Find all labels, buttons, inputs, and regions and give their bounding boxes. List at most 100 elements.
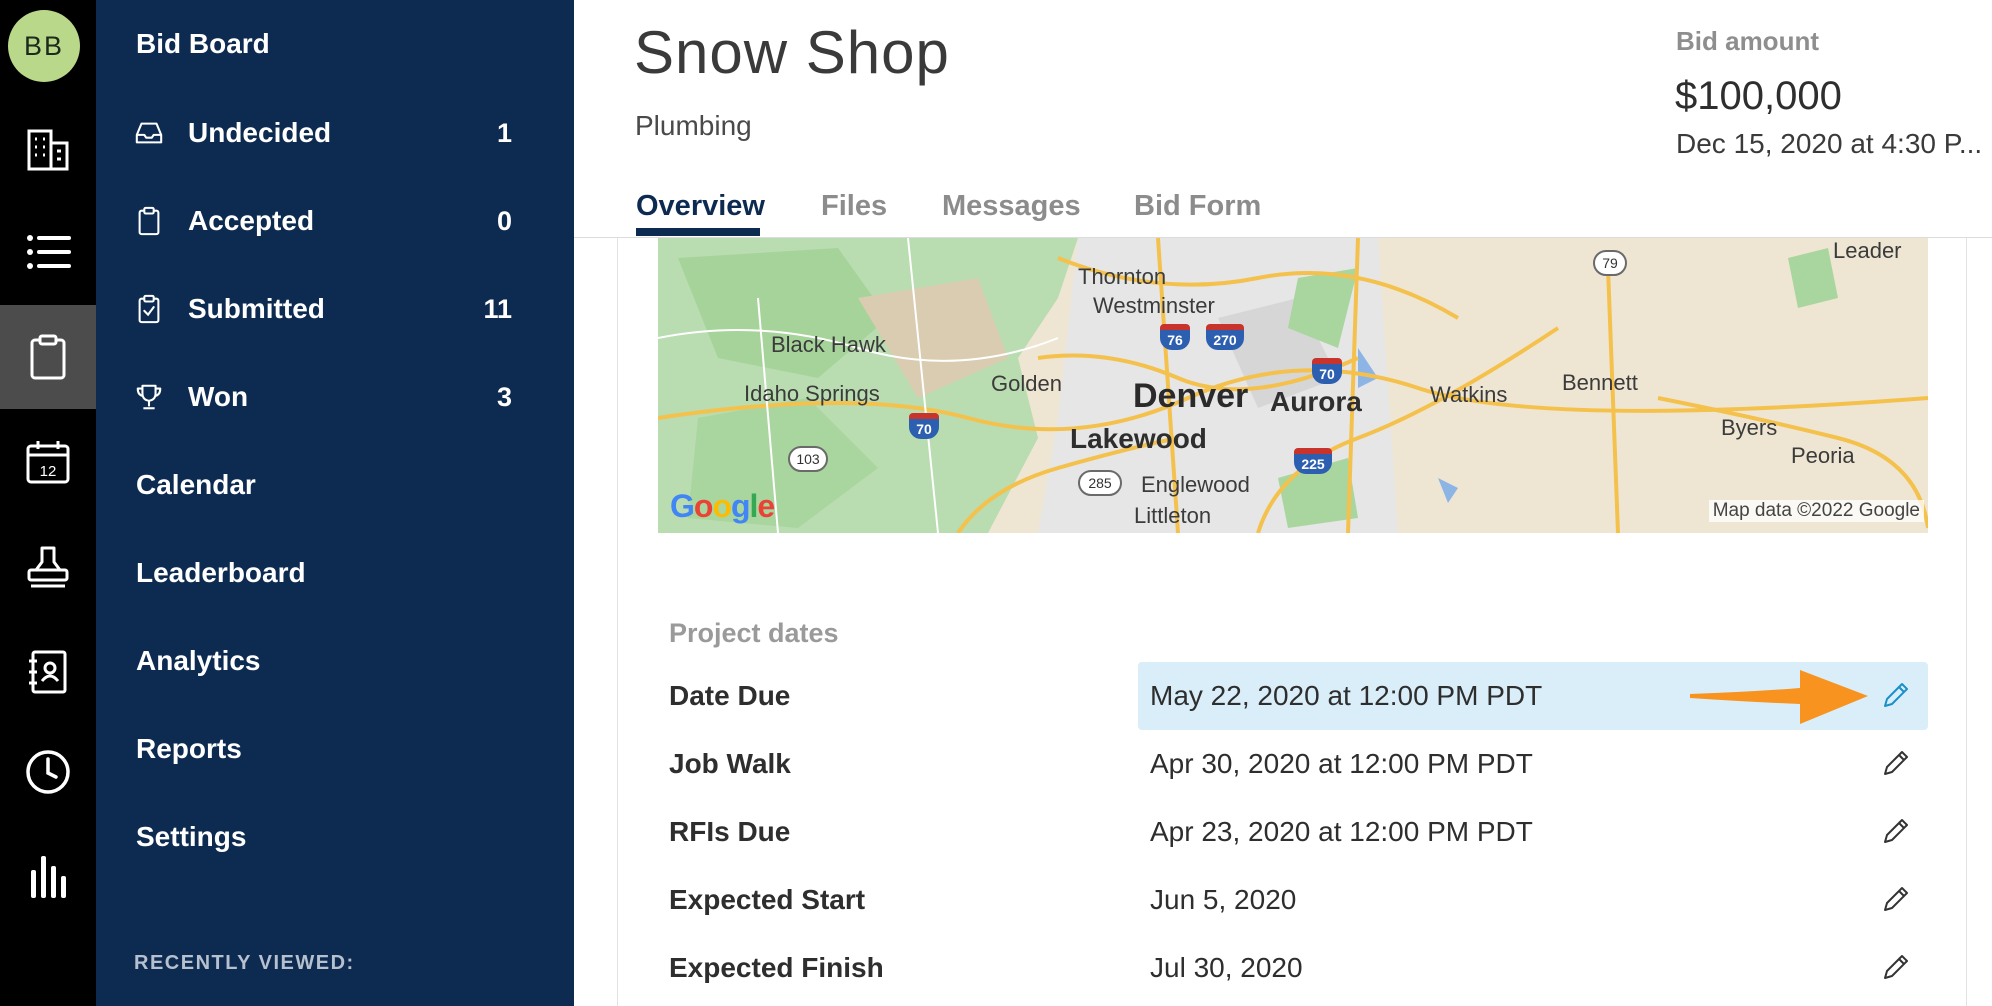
map-label-peoria: Peoria [1791, 443, 1855, 468]
clipboard-check-icon [134, 292, 164, 326]
map-credit: Map data ©2022 Google [1708, 500, 1924, 522]
date-value-field[interactable]: Apr 30, 2020 at 12:00 PM PDT [1138, 730, 1928, 798]
nav-link-calendar[interactable]: Calendar [96, 455, 574, 515]
nav-count-undecided: 1 [496, 117, 512, 148]
contacts-book-icon[interactable] [0, 620, 96, 724]
page-title: Snow Shop [634, 19, 950, 86]
date-value: Apr 23, 2020 at 12:00 PM PDT [1150, 816, 1533, 847]
map-label-denver: Denver [1133, 377, 1249, 415]
date-row-expected-start: Expected Start Jun 5, 2020 [658, 866, 1928, 934]
nav-label-accepted: Accepted [188, 205, 315, 236]
nav-link-label: Settings [136, 821, 247, 852]
nav-label-undecided: Undecided [188, 117, 332, 148]
nav-link-label: Calendar [136, 469, 256, 500]
list-icon[interactable] [0, 200, 96, 304]
nav-item-won[interactable]: Won 3 [96, 367, 574, 427]
date-label: Date Due [669, 680, 791, 711]
nav-label-submitted: Submitted [188, 293, 325, 324]
date-row-expected-finish: Expected Finish Jul 30, 2020 [658, 934, 1928, 1002]
interstate-shield: 225 [1294, 448, 1332, 474]
nav-link-label: Analytics [136, 645, 261, 676]
date-value: Jun 5, 2020 [1150, 884, 1297, 915]
map-label-englewood: Englewood [1141, 472, 1250, 497]
project-dates-heading: Project dates [669, 618, 839, 648]
tab-files[interactable]: Files [821, 190, 887, 223]
date-label: Expected Start [669, 884, 866, 915]
pencil-icon[interactable] [1878, 881, 1914, 917]
interstate-shield: 76 [1160, 324, 1190, 350]
date-value: May 22, 2020 at 12:00 PM PDT [1150, 680, 1543, 711]
avatar[interactable]: BB [8, 10, 80, 82]
nav-count-submitted: 11 [483, 293, 512, 324]
nav-item-accepted[interactable]: Accepted 0 [96, 191, 574, 251]
date-value-field[interactable]: Apr 23, 2020 at 12:00 PM PDT [1138, 798, 1928, 866]
date-label: Expected Finish [669, 952, 884, 983]
nav-bid-board[interactable]: Bid Board [96, 14, 574, 74]
calendar-icon[interactable]: 12 [0, 410, 96, 514]
nav-link-label: Leaderboard [136, 557, 306, 588]
project-map[interactable]: Thornton Westminster Black Hawk Golden I… [658, 238, 1928, 533]
map-label-littleton: Littleton [1134, 503, 1212, 528]
nav-link-reports[interactable]: Reports [96, 719, 574, 779]
pencil-icon[interactable] [1878, 745, 1914, 781]
route-marker: 103 [788, 446, 828, 472]
nav-count-won: 3 [496, 381, 512, 412]
active-tab-indicator [636, 228, 760, 236]
nav-link-settings[interactable]: Settings [96, 807, 574, 867]
map-label-byers: Byers [1721, 415, 1778, 440]
map-label-lakewood: Lakewood [1070, 423, 1207, 454]
inbox-icon [134, 116, 164, 150]
map-label-westminster: Westminster [1093, 293, 1215, 318]
tab-messages[interactable]: Messages [942, 190, 1081, 223]
google-logo: Google [670, 488, 775, 524]
building-icon[interactable] [0, 98, 96, 202]
map-label-black-hawk: Black Hawk [771, 332, 886, 357]
interstate-shield: 70 [1312, 358, 1342, 384]
date-row-rfis-due: RFIs Due Apr 23, 2020 at 12:00 PM PDT [658, 798, 1928, 866]
clock-icon[interactable] [0, 720, 96, 824]
bar-chart-icon[interactable] [0, 825, 96, 929]
map-label-aurora: Aurora [1270, 386, 1362, 417]
route-marker: 79 [1593, 250, 1627, 276]
nav-header-label: Bid Board [136, 28, 270, 59]
trophy-icon [134, 380, 164, 414]
nav-item-undecided[interactable]: Undecided 1 [96, 103, 574, 163]
date-value-field[interactable]: Jun 5, 2020 [1138, 866, 1928, 934]
route-marker: 285 [1078, 470, 1122, 496]
bid-amount-value: $100,000 [1675, 74, 1842, 118]
interstate-shield: 70 [909, 413, 939, 439]
date-label: RFIs Due [669, 816, 791, 847]
project-header: Snow Shop Plumbing Bid amount $100,000 D… [574, 0, 1992, 238]
map-label-leader: Leader [1833, 238, 1902, 263]
interstate-shield: 270 [1206, 324, 1244, 350]
stamp-icon[interactable] [0, 515, 96, 619]
map-label-golden: Golden [991, 371, 1062, 396]
tab-bid-form[interactable]: Bid Form [1134, 190, 1261, 223]
date-value: Jul 30, 2020 [1150, 952, 1303, 983]
pencil-icon[interactable] [1878, 813, 1914, 849]
map-label-bennett: Bennett [1562, 370, 1638, 395]
date-row-job-walk: Job Walk Apr 30, 2020 at 12:00 PM PDT [658, 730, 1928, 798]
map-label-watkins: Watkins [1430, 382, 1508, 407]
annotation-arrow-icon [1690, 662, 1870, 730]
pencil-icon[interactable] [1878, 677, 1914, 713]
date-label: Job Walk [669, 748, 791, 779]
map-label-thornton: Thornton [1078, 264, 1167, 289]
date-value-field[interactable]: Jul 30, 2020 [1138, 934, 1928, 1002]
nav-link-leaderboard[interactable]: Leaderboard [96, 543, 574, 603]
bid-amount-label: Bid amount [1676, 26, 1819, 56]
clipboard-icon[interactable] [0, 305, 96, 409]
nav-item-submitted[interactable]: Submitted 11 [96, 279, 574, 339]
icon-rail: BB 12 [0, 0, 96, 1006]
tab-overview[interactable]: Overview [636, 190, 765, 223]
recently-viewed-heading: RECENTLY VIEWED: [134, 952, 355, 974]
pencil-icon[interactable] [1878, 949, 1914, 985]
date-value: Apr 30, 2020 at 12:00 PM PDT [1150, 748, 1533, 779]
map-label-idaho-springs: Idaho Springs [744, 381, 880, 406]
bid-date-value: Dec 15, 2020 at 4:30 P... [1676, 128, 1983, 159]
nav-count-accepted: 0 [496, 205, 512, 236]
svg-text:12: 12 [40, 463, 57, 480]
project-trade: Plumbing [635, 110, 752, 141]
nav-label-won: Won [188, 381, 249, 412]
nav-link-analytics[interactable]: Analytics [96, 631, 574, 691]
